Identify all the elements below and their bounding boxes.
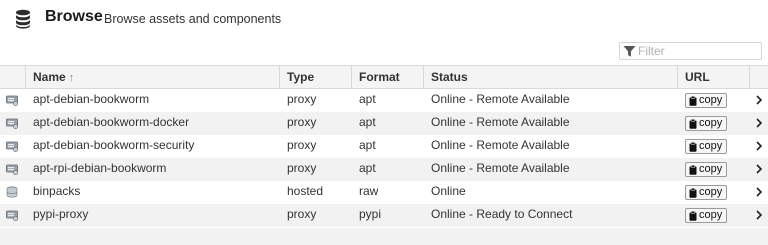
cell-status: Online: [431, 184, 466, 198]
column-header-status-label: Status: [431, 70, 468, 84]
proxy-repository-icon: [6, 141, 18, 152]
chevron-right-icon[interactable]: [755, 94, 763, 106]
toolbar: [0, 38, 768, 65]
cell-name: apt-debian-bookworm: [33, 92, 150, 106]
column-header-type-label: Type: [287, 70, 315, 84]
cell-name: apt-debian-bookworm-security: [33, 138, 195, 152]
copy-label: copy: [699, 163, 723, 175]
clipboard-icon: [689, 141, 697, 152]
cell-type: proxy: [287, 115, 317, 129]
cell-format: pypi: [359, 207, 382, 221]
column-header-status[interactable]: Status: [423, 66, 677, 88]
header-action-column: [749, 66, 768, 88]
column-header-format[interactable]: Format: [351, 66, 423, 88]
chevron-right-icon[interactable]: [755, 186, 763, 198]
cell-name: apt-rpi-debian-bookworm: [33, 161, 167, 175]
column-header-url-label: URL: [685, 70, 710, 84]
table-row[interactable]: apt-debian-bookworm proxy apt Online - Remo…: [0, 89, 768, 112]
chevron-right-icon[interactable]: [755, 117, 763, 129]
cell-type: proxy: [287, 207, 317, 221]
filter-input[interactable]: [638, 44, 758, 58]
cell-name: apt-debian-bookworm-docker: [33, 115, 190, 129]
copy-url-button[interactable]: copy: [685, 185, 728, 200]
page-title: Browse: [45, 8, 103, 25]
cell-format: apt: [359, 92, 376, 106]
copy-label: copy: [699, 186, 723, 198]
cell-format: apt: [359, 115, 376, 129]
page-subtitle: Browse assets and components: [104, 12, 282, 26]
column-header-type[interactable]: Type: [279, 66, 351, 88]
clipboard-icon: [689, 187, 697, 198]
cell-type: proxy: [287, 138, 317, 152]
table-row[interactable]: apt-debian-bookworm-docker proxy apt Online…: [0, 112, 768, 135]
filter-box[interactable]: [619, 42, 762, 60]
cell-format: raw: [359, 184, 379, 198]
proxy-repository-icon: [6, 118, 18, 129]
copy-url-button[interactable]: copy: [685, 93, 728, 108]
cell-type: hosted: [287, 184, 324, 198]
clipboard-icon: [689, 164, 697, 175]
cell-format: apt: [359, 161, 376, 175]
cell-status: Online - Remote Available: [431, 138, 570, 152]
header-icon-column: [0, 66, 25, 88]
copy-label: copy: [699, 94, 723, 106]
clipboard-icon: [689, 118, 697, 129]
cell-status: Online - Remote Available: [431, 161, 570, 175]
proxy-repository-icon: [6, 164, 18, 175]
table-footer-space: [0, 228, 768, 245]
cell-type: proxy: [287, 161, 317, 175]
proxy-repository-icon: [6, 210, 18, 221]
table-row[interactable]: apt-rpi-debian-bookworm proxy apt Online - …: [0, 158, 768, 181]
copy-url-button[interactable]: copy: [685, 208, 728, 223]
chevron-right-icon[interactable]: [755, 209, 763, 221]
cell-type: proxy: [287, 92, 317, 106]
copy-url-button[interactable]: copy: [685, 139, 728, 154]
clipboard-icon: [689, 95, 697, 106]
page-header: Browse Browse assets and components: [0, 0, 768, 38]
funnel-icon: [623, 46, 636, 57]
proxy-repository-icon: [6, 95, 18, 106]
table-row[interactable]: apt-debian-bookworm-security proxy apt Onli…: [0, 135, 768, 158]
table-row[interactable]: pypi-proxy proxy pypi Online - Ready to Con…: [0, 204, 768, 227]
copy-label: copy: [699, 140, 723, 152]
column-header-url[interactable]: URL: [677, 66, 749, 88]
chevron-right-icon[interactable]: [755, 140, 763, 152]
cell-name: pypi-proxy: [33, 207, 89, 221]
copy-url-button[interactable]: copy: [685, 162, 728, 177]
clipboard-icon: [689, 210, 697, 221]
table-header: Name ↑ Type Format Status URL: [0, 65, 768, 89]
database-icon: [16, 9, 30, 29]
repository-table: Name ↑ Type Format Status URL apt-debian-…: [0, 65, 768, 227]
copy-label: copy: [699, 209, 723, 221]
cell-status: Online - Remote Available: [431, 92, 570, 106]
chevron-right-icon[interactable]: [755, 163, 763, 175]
column-header-name-label: Name: [33, 70, 66, 84]
browse-page: Browse Browse assets and components Name…: [0, 0, 768, 245]
hosted-repository-icon: [6, 186, 18, 198]
column-header-name[interactable]: Name ↑: [25, 66, 279, 88]
column-header-format-label: Format: [359, 70, 400, 84]
copy-label: copy: [699, 117, 723, 129]
copy-url-button[interactable]: copy: [685, 116, 728, 131]
cell-format: apt: [359, 138, 376, 152]
sort-ascending-icon: ↑: [68, 72, 75, 84]
table-row[interactable]: binpacks hosted raw Online copy: [0, 181, 768, 204]
cell-name: binpacks: [33, 184, 81, 198]
cell-status: Online - Remote Available: [431, 115, 570, 129]
table-body: apt-debian-bookworm proxy apt Online - Remo…: [0, 89, 768, 227]
cell-status: Online - Ready to Connect: [431, 207, 573, 221]
